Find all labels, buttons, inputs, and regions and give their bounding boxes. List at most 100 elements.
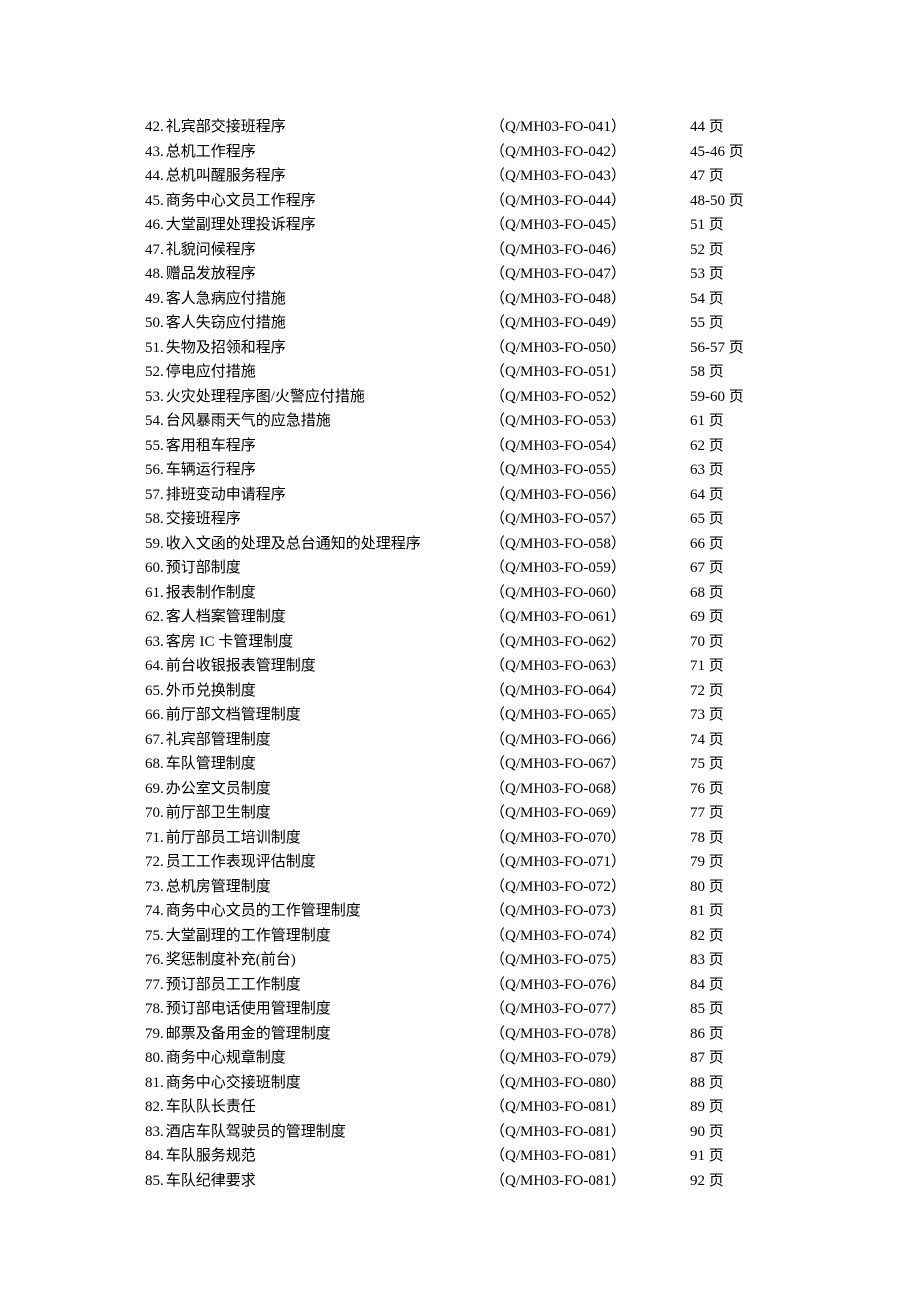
toc-item: 82车队队长责任（Q/MH03-FO-081）89 页	[145, 1095, 810, 1120]
toc-item-left: 54台风暴雨天气的应急措施	[145, 409, 490, 434]
toc-item: 72员工工作表现评估制度（Q/MH03-FO-071）79 页	[145, 850, 810, 875]
toc-item-number: 66	[145, 703, 166, 728]
toc-item-left: 65外币兑换制度	[145, 679, 490, 704]
toc-item-number: 61	[145, 581, 166, 606]
document-page: 42礼宾部交接班程序（Q/MH03-FO-041）44 页43总机工作程序（Q/…	[0, 0, 920, 1302]
toc-item-title: 预订部制度	[166, 556, 241, 581]
toc-item-page: 79 页	[690, 850, 724, 875]
toc-item: 81商务中心交接班制度（Q/MH03-FO-080）88 页	[145, 1071, 810, 1096]
toc-item-left: 77预订部员工工作制度	[145, 973, 490, 998]
toc-item-page: 87 页	[690, 1046, 724, 1071]
toc-item-title: 停电应付措施	[166, 360, 256, 385]
toc-item: 71前厅部员工培训制度（Q/MH03-FO-070）78 页	[145, 826, 810, 851]
toc-item: 51失物及招领和程序（Q/MH03-FO-050）56-57 页	[145, 336, 810, 361]
toc-item-number: 81	[145, 1071, 166, 1096]
toc-item-title: 大堂副理的工作管理制度	[166, 924, 331, 949]
toc-item-left: 45商务中心文员工作程序	[145, 189, 490, 214]
toc-item-code: （Q/MH03-FO-046）	[490, 238, 690, 263]
toc-item-code: （Q/MH03-FO-053）	[490, 409, 690, 434]
toc-item: 50客人失窃应付措施（Q/MH03-FO-049）55 页	[145, 311, 810, 336]
toc-item-left: 47礼貌问候程序	[145, 238, 490, 263]
toc-item-page: 58 页	[690, 360, 724, 385]
toc-item-title: 商务中心规章制度	[166, 1046, 286, 1071]
toc-item-code: （Q/MH03-FO-049）	[490, 311, 690, 336]
toc-item-page: 48-50 页	[690, 189, 744, 214]
toc-item-title: 前台收银报表管理制度	[166, 654, 316, 679]
toc-item-title: 总机叫醒服务程序	[166, 164, 286, 189]
toc-item-page: 55 页	[690, 311, 724, 336]
toc-item: 52停电应付措施（Q/MH03-FO-051）58 页	[145, 360, 810, 385]
toc-item-page: 74 页	[690, 728, 724, 753]
toc-item-title: 车辆运行程序	[166, 458, 256, 483]
toc-item-code: （Q/MH03-FO-043）	[490, 164, 690, 189]
toc-item-title: 酒店车队驾驶员的管理制度	[166, 1120, 346, 1145]
toc-item: 69办公室文员制度（Q/MH03-FO-068）76 页	[145, 777, 810, 802]
toc-item-title: 总机工作程序	[166, 140, 256, 165]
toc-item-title: 奖惩制度补充(前台)	[166, 948, 296, 973]
toc-item-title: 礼宾部管理制度	[166, 728, 271, 753]
toc-item-left: 66前厅部文档管理制度	[145, 703, 490, 728]
toc-item-code: （Q/MH03-FO-052）	[490, 385, 690, 410]
toc-item: 78预订部电话使用管理制度（Q/MH03-FO-077）85 页	[145, 997, 810, 1022]
toc-item-code: （Q/MH03-FO-064）	[490, 679, 690, 704]
toc-item-code: （Q/MH03-FO-081）	[490, 1169, 690, 1194]
toc-item-left: 62客人档案管理制度	[145, 605, 490, 630]
toc-item-title: 前厅部文档管理制度	[166, 703, 301, 728]
toc-item-title: 邮票及备用金的管理制度	[166, 1022, 331, 1047]
toc-item-left: 64前台收银报表管理制度	[145, 654, 490, 679]
toc-item-code: （Q/MH03-FO-054）	[490, 434, 690, 459]
toc-item-title: 交接班程序	[166, 507, 241, 532]
toc-item-left: 50客人失窃应付措施	[145, 311, 490, 336]
toc-item-left: 85车队纪律要求	[145, 1169, 490, 1194]
toc-item-title: 报表制作制度	[166, 581, 256, 606]
toc-item: 54台风暴雨天气的应急措施（Q/MH03-FO-053）61 页	[145, 409, 810, 434]
toc-item-title: 车队纪律要求	[166, 1169, 256, 1194]
toc-item-left: 49客人急病应付措施	[145, 287, 490, 312]
toc-item-number: 69	[145, 777, 166, 802]
toc-item-page: 90 页	[690, 1120, 724, 1145]
toc-item-code: （Q/MH03-FO-042）	[490, 140, 690, 165]
toc-item-left: 80商务中心规章制度	[145, 1046, 490, 1071]
toc-item-left: 70前厅部卫生制度	[145, 801, 490, 826]
toc-item: 62客人档案管理制度（Q/MH03-FO-061）69 页	[145, 605, 810, 630]
toc-item-title: 办公室文员制度	[166, 777, 271, 802]
toc-item-code: （Q/MH03-FO-048）	[490, 287, 690, 312]
toc-item: 46大堂副理处理投诉程序（Q/MH03-FO-045）51 页	[145, 213, 810, 238]
toc-item-title: 前厅部卫生制度	[166, 801, 271, 826]
toc-item-left: 55客用租车程序	[145, 434, 490, 459]
toc-item: 73总机房管理制度（Q/MH03-FO-072）80 页	[145, 875, 810, 900]
toc-item-left: 60预订部制度	[145, 556, 490, 581]
toc-item-page: 77 页	[690, 801, 724, 826]
toc-item-code: （Q/MH03-FO-045）	[490, 213, 690, 238]
toc-item-left: 67礼宾部管理制度	[145, 728, 490, 753]
toc-item: 77预订部员工工作制度（Q/MH03-FO-076）84 页	[145, 973, 810, 998]
toc-item: 70前厅部卫生制度（Q/MH03-FO-069）77 页	[145, 801, 810, 826]
toc-item-code: （Q/MH03-FO-044）	[490, 189, 690, 214]
toc-item-title: 商务中心交接班制度	[166, 1071, 301, 1096]
toc-item-code: （Q/MH03-FO-056）	[490, 483, 690, 508]
toc-item-page: 70 页	[690, 630, 724, 655]
toc-item: 79邮票及备用金的管理制度（Q/MH03-FO-078）86 页	[145, 1022, 810, 1047]
toc-item-number: 76	[145, 948, 166, 973]
toc-item-left: 75大堂副理的工作管理制度	[145, 924, 490, 949]
toc-item: 57排班变动申请程序（Q/MH03-FO-056）64 页	[145, 483, 810, 508]
toc-item-code: （Q/MH03-FO-061）	[490, 605, 690, 630]
toc-item-left: 56车辆运行程序	[145, 458, 490, 483]
toc-item: 56车辆运行程序（Q/MH03-FO-055）63 页	[145, 458, 810, 483]
toc-item-page: 69 页	[690, 605, 724, 630]
toc-item-number: 44	[145, 164, 166, 189]
toc-item-page: 47 页	[690, 164, 724, 189]
toc-item-number: 60	[145, 556, 166, 581]
toc-item-number: 56	[145, 458, 166, 483]
toc-item-left: 78预订部电话使用管理制度	[145, 997, 490, 1022]
toc-item-code: （Q/MH03-FO-071）	[490, 850, 690, 875]
toc-item-page: 64 页	[690, 483, 724, 508]
toc-item-code: （Q/MH03-FO-058）	[490, 532, 690, 557]
toc-item-left: 46大堂副理处理投诉程序	[145, 213, 490, 238]
toc-item-left: 69办公室文员制度	[145, 777, 490, 802]
toc-item-page: 72 页	[690, 679, 724, 704]
toc-item-page: 86 页	[690, 1022, 724, 1047]
toc-item-title: 客人档案管理制度	[166, 605, 286, 630]
toc-item: 64前台收银报表管理制度（Q/MH03-FO-063）71 页	[145, 654, 810, 679]
toc-item-number: 71	[145, 826, 166, 851]
